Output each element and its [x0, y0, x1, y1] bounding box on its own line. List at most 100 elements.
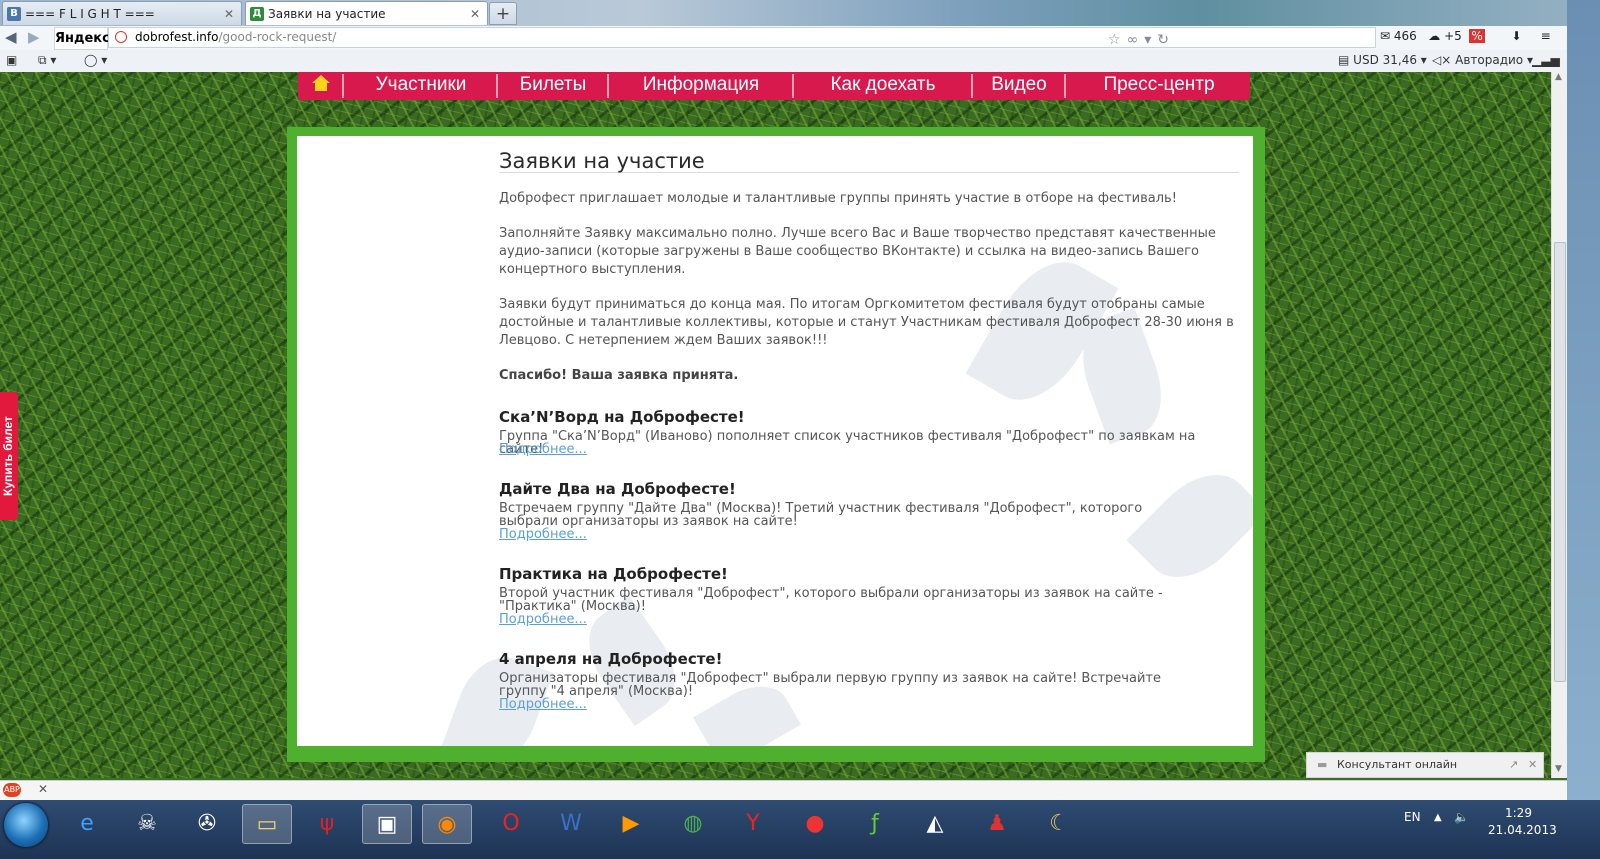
clock-date[interactable]: 21.04.2013 — [1488, 823, 1557, 837]
read-more-link[interactable]: Подробнее... — [499, 443, 587, 457]
tray-expand-icon[interactable]: ▲ — [1434, 812, 1442, 823]
yandex-browser-icon[interactable]: Y — [728, 804, 778, 844]
signal-icon: ▁▃▅ — [1532, 53, 1560, 67]
expand-icon[interactable]: ↗ — [1509, 753, 1518, 777]
yandex-logo-text: Яндекс — [55, 31, 110, 46]
consultant-label: Консультант онлайн — [1337, 758, 1458, 771]
word-icon[interactable]: W — [546, 804, 596, 844]
buy-ticket-tab[interactable]: Купить билет — [0, 392, 18, 520]
menu-divider — [607, 74, 609, 98]
translate-icon[interactable]: % — [1469, 29, 1485, 43]
menu-icon[interactable]: ≡ — [1541, 29, 1551, 43]
read-more-link[interactable]: Подробнее... — [499, 528, 587, 542]
terminal-icon[interactable]: ▣ — [362, 804, 412, 844]
tab-flight[interactable]: В === F L I G H T === ✕ — [2, 1, 242, 25]
bookmark-star-icon[interactable]: ☆ — [1108, 32, 1127, 48]
news-text: Встречаем группу "Дайте Два" (Москва)! Т… — [499, 501, 1143, 529]
bookmarks-toolbar: ▣ ⧉ ▾ ◯ ▾ ▤ USD 31,46 ▾ ◁× Авторадио ▾ ▁… — [0, 50, 1600, 73]
menu-divider — [342, 74, 344, 98]
yandex-logo[interactable]: Яндекс — [54, 27, 110, 50]
weather-icon[interactable]: ☁ — [1428, 29, 1440, 43]
adblock-icon[interactable]: ABP — [3, 783, 21, 797]
mail-count[interactable]: 466 — [1394, 29, 1417, 43]
currency-value: USD 31,46 — [1353, 53, 1417, 67]
folder-icon[interactable]: ▭ — [242, 804, 292, 844]
dropdown-icon[interactable]: ▾ — [1144, 32, 1157, 48]
screenshot-icon[interactable]: ⧉ ▾ — [38, 53, 56, 68]
tab-label: Заявки на участие — [268, 7, 386, 21]
opera-icon[interactable]: O — [486, 804, 536, 844]
menu-divider — [1064, 74, 1066, 98]
sidebar-icon[interactable]: ▣ — [6, 53, 17, 67]
mail-icon[interactable]: ✉ — [1380, 29, 1390, 43]
record-icon[interactable]: ● — [790, 804, 840, 844]
read-more-link[interactable]: Подробнее... — [499, 698, 587, 712]
menu-item-participants[interactable]: Участники — [346, 72, 496, 100]
currency-widget[interactable]: ▤ USD 31,46 ▾ — [1338, 53, 1427, 67]
back-icon[interactable]: ◀ — [5, 28, 17, 46]
new-tab-button[interactable]: + — [489, 2, 517, 25]
address-bar[interactable]: dobrofest.info/good-rock-request/ ☆∞▾↻ — [108, 27, 1376, 48]
desktop-edge — [1567, 0, 1600, 859]
weather-temp[interactable]: +5 — [1444, 29, 1462, 43]
read-more-link[interactable]: Подробнее... — [499, 613, 587, 627]
news-title: Ска’N’Ворд на Доброфесте! — [499, 408, 745, 426]
film-reel-icon[interactable]: ✇ — [182, 804, 232, 844]
close-icon[interactable]: ✕ — [1528, 753, 1537, 777]
reader-icon[interactable]: ∞ — [1127, 32, 1145, 48]
vertical-scrollbar[interactable]: ▲ ▼ — [1551, 72, 1568, 778]
status-bar: ABP ✕ — [0, 780, 1567, 801]
firefox-icon[interactable]: ◉ — [422, 804, 472, 844]
volume-icon[interactable]: 🔈 — [1454, 810, 1469, 824]
consultant-widget[interactable]: ▬ Консультант онлайн ↗ ✕ — [1306, 752, 1544, 778]
scroll-thumb[interactable] — [1554, 242, 1566, 682]
instructions-paragraph: Заполняйте Заявку максимально полно. Луч… — [499, 226, 1216, 277]
comments-icon[interactable]: ◯ ▾ — [84, 53, 107, 67]
reload-icon[interactable]: ↻ — [1157, 32, 1175, 48]
menu-item-tickets[interactable]: Билеты — [500, 72, 606, 100]
navigation-bar: ◀ ▶ Яндекс dobrofest.info/good-rock-requ… — [0, 26, 1600, 51]
intro-paragraph: Доброфест приглашает молодые и талантлив… — [499, 191, 1177, 206]
menu-item-video[interactable]: Видео — [975, 72, 1063, 100]
clock-time[interactable]: 1:29 — [1505, 806, 1532, 820]
media-player-icon[interactable]: ▶ — [606, 804, 656, 844]
page-viewport: Участники Билеты Информация Как доехать … — [0, 72, 1551, 778]
alien-icon[interactable]: ☠ — [122, 804, 172, 844]
scroll-up-icon[interactable]: ▲ — [1555, 72, 1562, 82]
dobrofest-favicon-icon: Д — [250, 7, 264, 21]
close-tab-icon[interactable]: ✕ — [224, 2, 234, 25]
scroll-down-icon[interactable]: ▼ — [1555, 764, 1562, 774]
url-path: /good-rock-request/ — [218, 30, 337, 44]
news-text: Второй участник фестиваля "Доброфест", к… — [499, 586, 1163, 614]
url-tools: ☆∞▾↻ — [1108, 31, 1175, 50]
steam-icon[interactable]: ◭ — [910, 804, 960, 844]
flash-icon[interactable]: ƒ — [850, 804, 900, 844]
forward-icon[interactable]: ▶ — [28, 28, 40, 46]
menu-item-press[interactable]: Пресс-центр — [1068, 72, 1250, 100]
chat-icon: ▬ — [1317, 758, 1328, 771]
chrome-icon[interactable]: ◍ — [668, 804, 718, 844]
menu-divider — [971, 74, 973, 98]
radio-widget[interactable]: ◁× Авторадио ▾ — [1432, 53, 1533, 67]
start-button[interactable] — [4, 803, 48, 847]
radio-label: Авторадио — [1455, 53, 1524, 67]
close-icon[interactable]: ✕ — [38, 782, 48, 796]
site-icon — [115, 31, 127, 43]
ie-icon[interactable]: e — [62, 804, 112, 844]
menu-item-directions[interactable]: Как доехать — [796, 72, 970, 100]
taskbar: e ☠ ✇ ▭ ψ ▣ ◉ O W ▶ ◍ Y ● ƒ ◭ ♟ ☾ EN ▲ 🔈… — [0, 800, 1600, 859]
tab-requests[interactable]: Д Заявки на участие ✕ — [245, 1, 488, 25]
news-title: 4 апреля на Доброфесте! — [499, 650, 723, 668]
quake-icon[interactable]: ψ — [302, 804, 352, 844]
language-indicator[interactable]: EN — [1404, 810, 1421, 824]
content-area: Заявки на участие Доброфест приглашает м… — [297, 136, 1253, 746]
joystick-icon[interactable]: ♟ — [972, 804, 1022, 844]
menu-divider — [496, 74, 498, 98]
menu-item-info[interactable]: Информация — [611, 72, 791, 100]
download-icon[interactable]: ⬇ — [1512, 29, 1522, 43]
main-menu: Участники Билеты Информация Как доехать … — [298, 72, 1250, 100]
close-tab-icon[interactable]: ✕ — [470, 2, 480, 25]
moon-icon[interactable]: ☾ — [1034, 804, 1084, 844]
deadline-paragraph: Заявки будут приниматься до конца мая. П… — [499, 297, 1234, 348]
home-icon[interactable] — [312, 75, 330, 91]
